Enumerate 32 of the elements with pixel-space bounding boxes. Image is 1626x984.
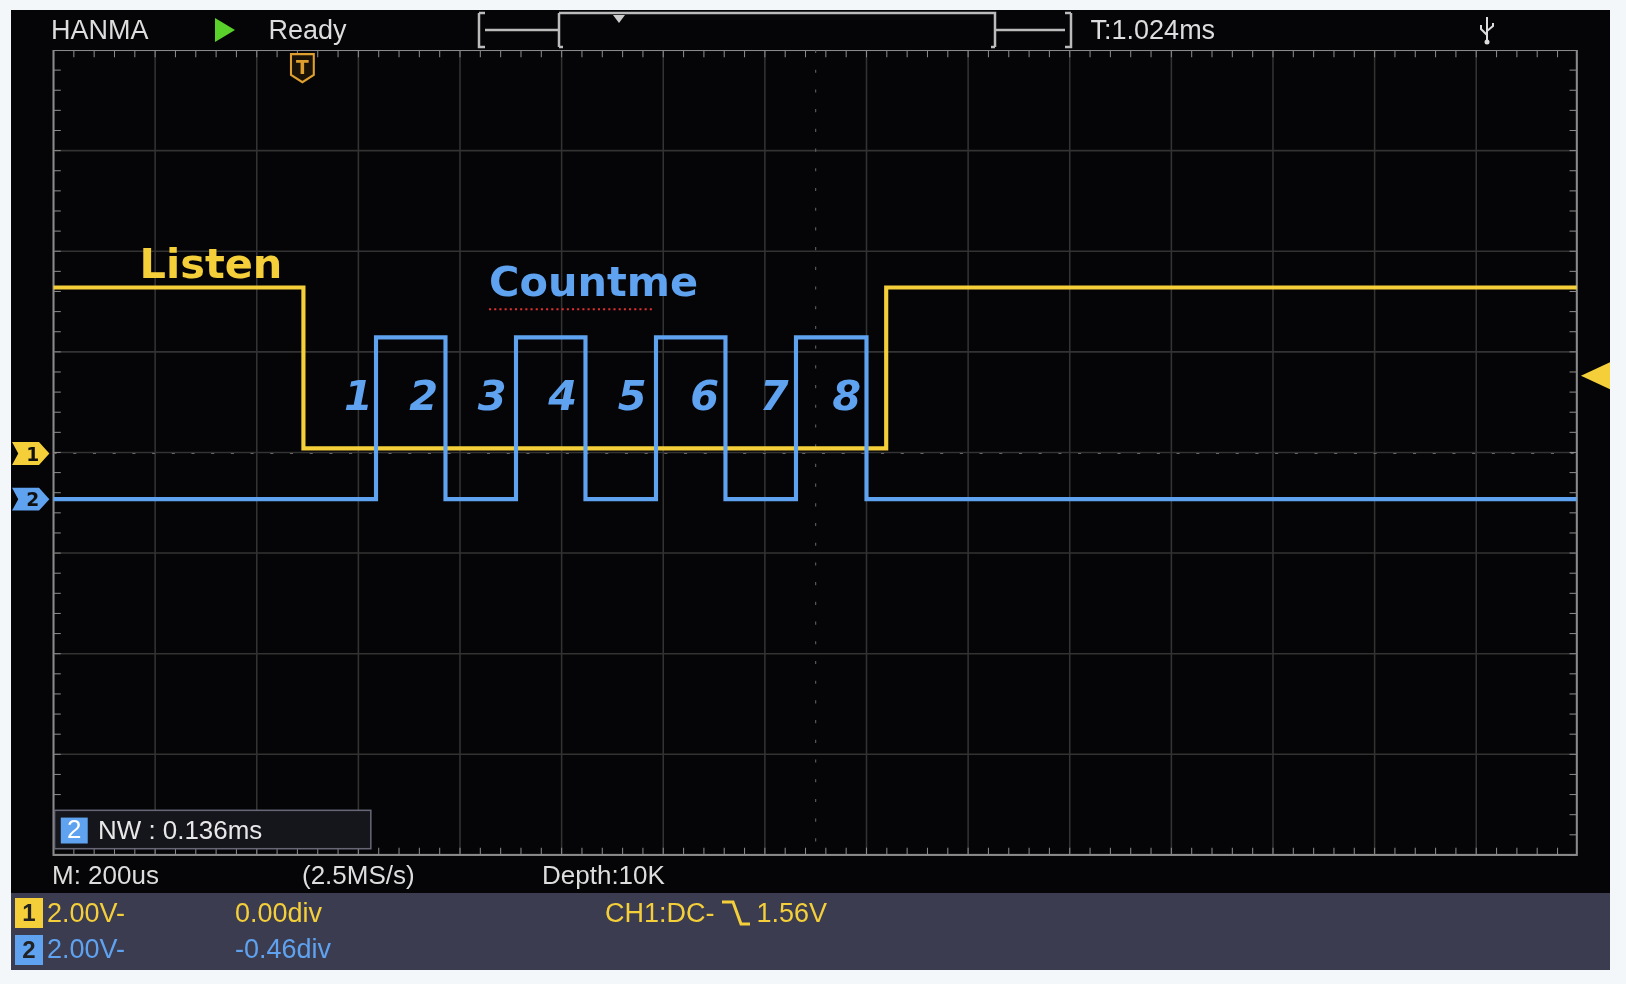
channel-marker: 2 [12,487,50,511]
sample-rate-label: (2.5MS/s) [302,859,416,891]
falling-edge-icon [720,899,751,928]
vertical-offset: 0.00div [235,897,324,929]
channel-badge: 2 [15,934,43,965]
pulse-number: 6 [690,370,720,420]
usb-icon [1479,15,1496,45]
measurement-panel: 2 NW : 0.136ms [53,809,372,850]
pulse-number: 7 [759,370,789,420]
trigger-time: T:1.024ms [1090,14,1216,46]
pulse-number: 3 [477,370,507,420]
pulse-number: 4 [548,370,578,420]
pulse-number: 1 [343,370,373,420]
pulse-number: 2 [409,370,439,420]
run-status: Ready [268,14,347,46]
trigger-source: CH1:DC- [605,897,715,929]
brand-label: HANMA [51,14,149,46]
waveform-annotation: Listen [139,239,283,289]
channel-marker: 1 [12,442,50,465]
pulse-number: 8 [832,370,862,420]
trigger-level-marker [1580,362,1610,390]
volts-per-div: 2.00V- [47,897,127,929]
memory-depth-label: Depth:10K [542,859,665,891]
trigger-level: 1.56V [756,897,828,929]
play-icon [214,18,235,42]
volts-per-div: 2.00V- [47,934,127,966]
vertical-offset: -0.46div [235,934,333,966]
trigger-position-marker: T [289,53,315,84]
timebase-label: M: 200us [52,859,160,891]
channel-badge: 1 [15,898,43,929]
waveform-annotation: Countme [489,256,699,306]
pulse-number: 5 [617,370,647,420]
